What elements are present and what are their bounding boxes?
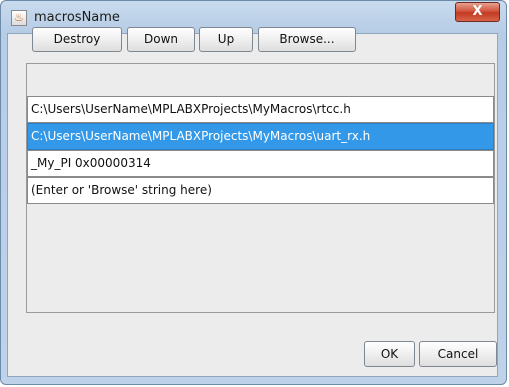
java-app-icon: ♨ xyxy=(11,10,27,26)
up-button[interactable]: Up xyxy=(199,27,253,52)
destroy-button[interactable]: Destroy xyxy=(32,27,122,52)
browse-button[interactable]: Browse... xyxy=(258,27,356,52)
ok-button[interactable]: OK xyxy=(364,341,415,367)
down-button[interactable]: Down xyxy=(127,27,195,52)
close-icon: X xyxy=(472,4,483,19)
list-item[interactable]: C:\Users\UserName\MPLABXProjects\MyMacro… xyxy=(27,96,494,123)
close-button[interactable]: X xyxy=(455,2,500,22)
list-item[interactable]: _My_PI 0x00000314 xyxy=(27,150,494,177)
cancel-button[interactable]: Cancel xyxy=(419,341,497,367)
list-item-selected[interactable]: C:\Users\UserName\MPLABXProjects\MyMacro… xyxy=(27,123,494,150)
list-item-entry-placeholder[interactable]: (Enter or 'Browse' string here) xyxy=(27,177,494,204)
macro-list[interactable]: C:\Users\UserName\MPLABXProjects\MyMacro… xyxy=(26,63,495,313)
window-title: macrosName xyxy=(34,10,120,25)
